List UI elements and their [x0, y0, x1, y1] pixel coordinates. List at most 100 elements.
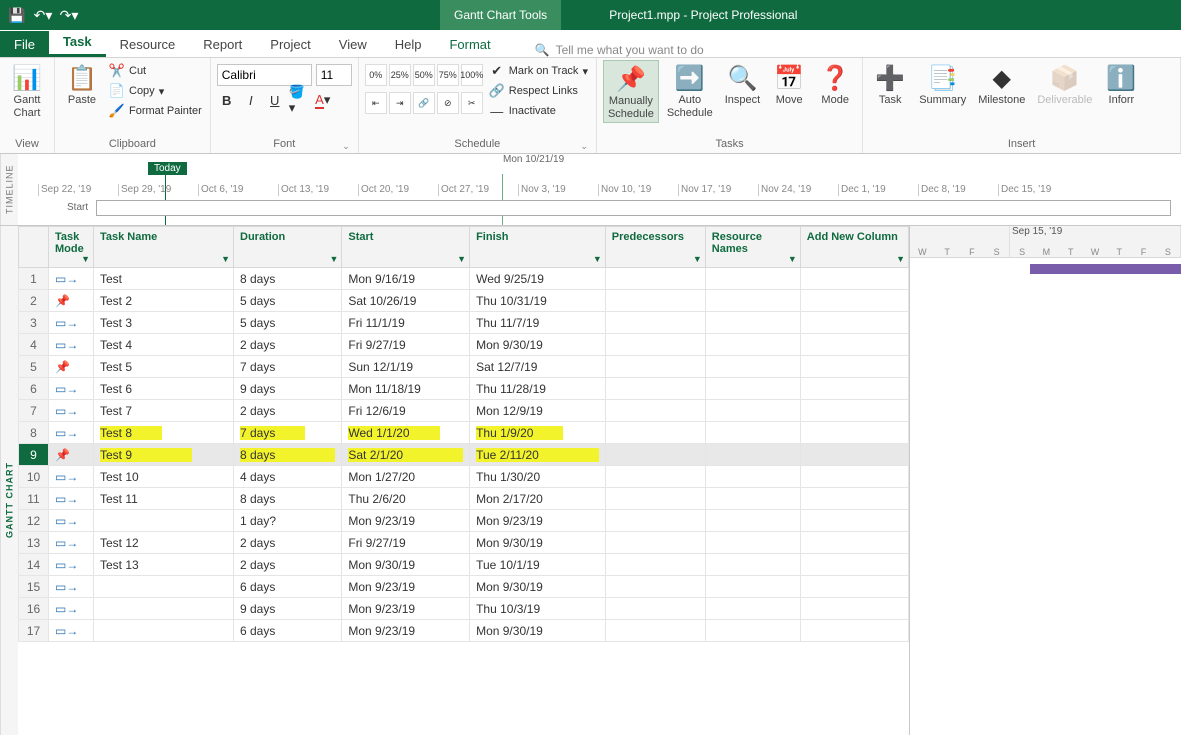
- task-mode-cell[interactable]: ▭→: [49, 598, 94, 620]
- table-row[interactable]: 4▭→Test 42 daysFri 9/27/19Mon 9/30/19: [19, 334, 909, 356]
- table-row[interactable]: 6▭→Test 69 daysMon 11/18/19Thu 11/28/19: [19, 378, 909, 400]
- row-number[interactable]: 1: [19, 268, 49, 290]
- resource-cell[interactable]: [705, 466, 800, 488]
- inspect-button[interactable]: 🔍 Inspect: [721, 60, 764, 109]
- resource-cell[interactable]: [705, 510, 800, 532]
- pct-50[interactable]: 50%: [413, 64, 435, 86]
- task-insert-button[interactable]: ➕ Task: [869, 60, 911, 109]
- predecessors-cell[interactable]: [605, 576, 705, 598]
- duration-cell[interactable]: 6 days: [234, 620, 342, 642]
- start-cell[interactable]: Mon 9/23/19: [342, 576, 470, 598]
- finish-cell[interactable]: Thu 11/28/19: [470, 378, 606, 400]
- font-name-input[interactable]: [217, 64, 312, 86]
- row-number[interactable]: 17: [19, 620, 49, 642]
- task-name-cell[interactable]: Test 7: [94, 400, 234, 422]
- start-cell[interactable]: Mon 9/23/19: [342, 598, 470, 620]
- finish-cell[interactable]: Mon 9/30/19: [470, 334, 606, 356]
- row-number[interactable]: 4: [19, 334, 49, 356]
- task-mode-cell[interactable]: 📌: [49, 444, 94, 466]
- tab-file[interactable]: File: [0, 31, 49, 57]
- predecessors-cell[interactable]: [605, 290, 705, 312]
- start-cell[interactable]: Mon 9/16/19: [342, 268, 470, 290]
- duration-cell[interactable]: 8 days: [234, 268, 342, 290]
- duration-cell[interactable]: 4 days: [234, 466, 342, 488]
- task-name-cell[interactable]: [94, 576, 234, 598]
- gantt-table[interactable]: Task Mode▼ Task Name▼ Duration▼ Start▼ F…: [18, 226, 910, 735]
- add-column-cell[interactable]: [800, 334, 908, 356]
- timeline-body[interactable]: Mon 10/21/19 Today Sep 22, '19Sep 29, '1…: [18, 154, 1181, 225]
- inactivate-button[interactable]: —Inactivate: [487, 102, 590, 120]
- add-column-cell[interactable]: [800, 598, 908, 620]
- copy-button[interactable]: 📄Copy ▾: [107, 82, 204, 100]
- task-name-cell[interactable]: Test 10: [94, 466, 234, 488]
- resource-cell[interactable]: [705, 576, 800, 598]
- start-cell[interactable]: Mon 11/18/19: [342, 378, 470, 400]
- duration-cell[interactable]: 5 days: [234, 312, 342, 334]
- table-row[interactable]: 11▭→Test 118 daysThu 2/6/20Mon 2/17/20: [19, 488, 909, 510]
- start-cell[interactable]: Thu 2/6/20: [342, 488, 470, 510]
- add-column-cell[interactable]: [800, 312, 908, 334]
- task-mode-cell[interactable]: ▭→: [49, 422, 94, 444]
- duration-cell[interactable]: 5 days: [234, 290, 342, 312]
- row-number[interactable]: 14: [19, 554, 49, 576]
- start-cell[interactable]: Sat 10/26/19: [342, 290, 470, 312]
- italic-button[interactable]: I: [241, 90, 261, 110]
- task-mode-cell[interactable]: 📌: [49, 356, 94, 378]
- resource-cell[interactable]: [705, 620, 800, 642]
- task-name-cell[interactable]: Test 11: [94, 488, 234, 510]
- add-column-cell[interactable]: [800, 356, 908, 378]
- task-name-cell[interactable]: Test 9: [94, 444, 234, 466]
- table-row[interactable]: 17▭→6 daysMon 9/23/19Mon 9/30/19: [19, 620, 909, 642]
- resource-cell[interactable]: [705, 532, 800, 554]
- mark-on-track-button[interactable]: ✔Mark on Track ▾: [487, 62, 590, 80]
- tab-project[interactable]: Project: [256, 31, 324, 57]
- resource-cell[interactable]: [705, 488, 800, 510]
- row-number[interactable]: 6: [19, 378, 49, 400]
- table-row[interactable]: 2📌Test 25 daysSat 10/26/19Thu 10/31/19: [19, 290, 909, 312]
- add-column-cell[interactable]: [800, 422, 908, 444]
- task-name-cell[interactable]: [94, 620, 234, 642]
- duration-cell[interactable]: 2 days: [234, 532, 342, 554]
- task-mode-cell[interactable]: 📌: [49, 290, 94, 312]
- add-column-cell[interactable]: [800, 466, 908, 488]
- table-row[interactable]: 8▭→Test 87 daysWed 1/1/20Thu 1/9/20: [19, 422, 909, 444]
- table-row[interactable]: 14▭→Test 132 daysMon 9/30/19Tue 10/1/19: [19, 554, 909, 576]
- predecessors-cell[interactable]: [605, 466, 705, 488]
- predecessors-cell[interactable]: [605, 422, 705, 444]
- row-number[interactable]: 3: [19, 312, 49, 334]
- redo-icon[interactable]: ↷ ▾: [58, 4, 80, 26]
- row-number[interactable]: 16: [19, 598, 49, 620]
- predecessors-cell[interactable]: [605, 620, 705, 642]
- duration-cell[interactable]: 6 days: [234, 576, 342, 598]
- start-cell[interactable]: Fri 11/1/19: [342, 312, 470, 334]
- task-mode-cell[interactable]: ▭→: [49, 488, 94, 510]
- task-name-cell[interactable]: Test 4: [94, 334, 234, 356]
- task-mode-cell[interactable]: ▭→: [49, 268, 94, 290]
- predecessors-cell[interactable]: [605, 510, 705, 532]
- task-mode-cell[interactable]: ▭→: [49, 532, 94, 554]
- move-button[interactable]: 📅 Move: [768, 60, 810, 109]
- tab-resource[interactable]: Resource: [106, 31, 190, 57]
- pct-25[interactable]: 25%: [389, 64, 411, 86]
- predecessors-cell[interactable]: [605, 312, 705, 334]
- auto-schedule-button[interactable]: ➡️ Auto Schedule: [663, 60, 717, 121]
- finish-cell[interactable]: Sat 12/7/19: [470, 356, 606, 378]
- row-number[interactable]: 11: [19, 488, 49, 510]
- table-row[interactable]: 1▭→Test8 daysMon 9/16/19Wed 9/25/19: [19, 268, 909, 290]
- finish-cell[interactable]: Thu 1/9/20: [470, 422, 606, 444]
- table-row[interactable]: 7▭→Test 72 daysFri 12/6/19Mon 12/9/19: [19, 400, 909, 422]
- predecessors-cell[interactable]: [605, 334, 705, 356]
- tab-view[interactable]: View: [325, 31, 381, 57]
- row-number[interactable]: 7: [19, 400, 49, 422]
- row-number[interactable]: 8: [19, 422, 49, 444]
- start-cell[interactable]: Fri 12/6/19: [342, 400, 470, 422]
- resource-cell[interactable]: [705, 400, 800, 422]
- add-column-cell[interactable]: [800, 290, 908, 312]
- task-name-cell[interactable]: Test: [94, 268, 234, 290]
- undo-icon[interactable]: ↶ ▾: [32, 4, 54, 26]
- duration-cell[interactable]: 2 days: [234, 554, 342, 576]
- finish-cell[interactable]: Tue 2/11/20: [470, 444, 606, 466]
- task-name-cell[interactable]: [94, 598, 234, 620]
- font-size-input[interactable]: [316, 64, 352, 86]
- resource-cell[interactable]: [705, 356, 800, 378]
